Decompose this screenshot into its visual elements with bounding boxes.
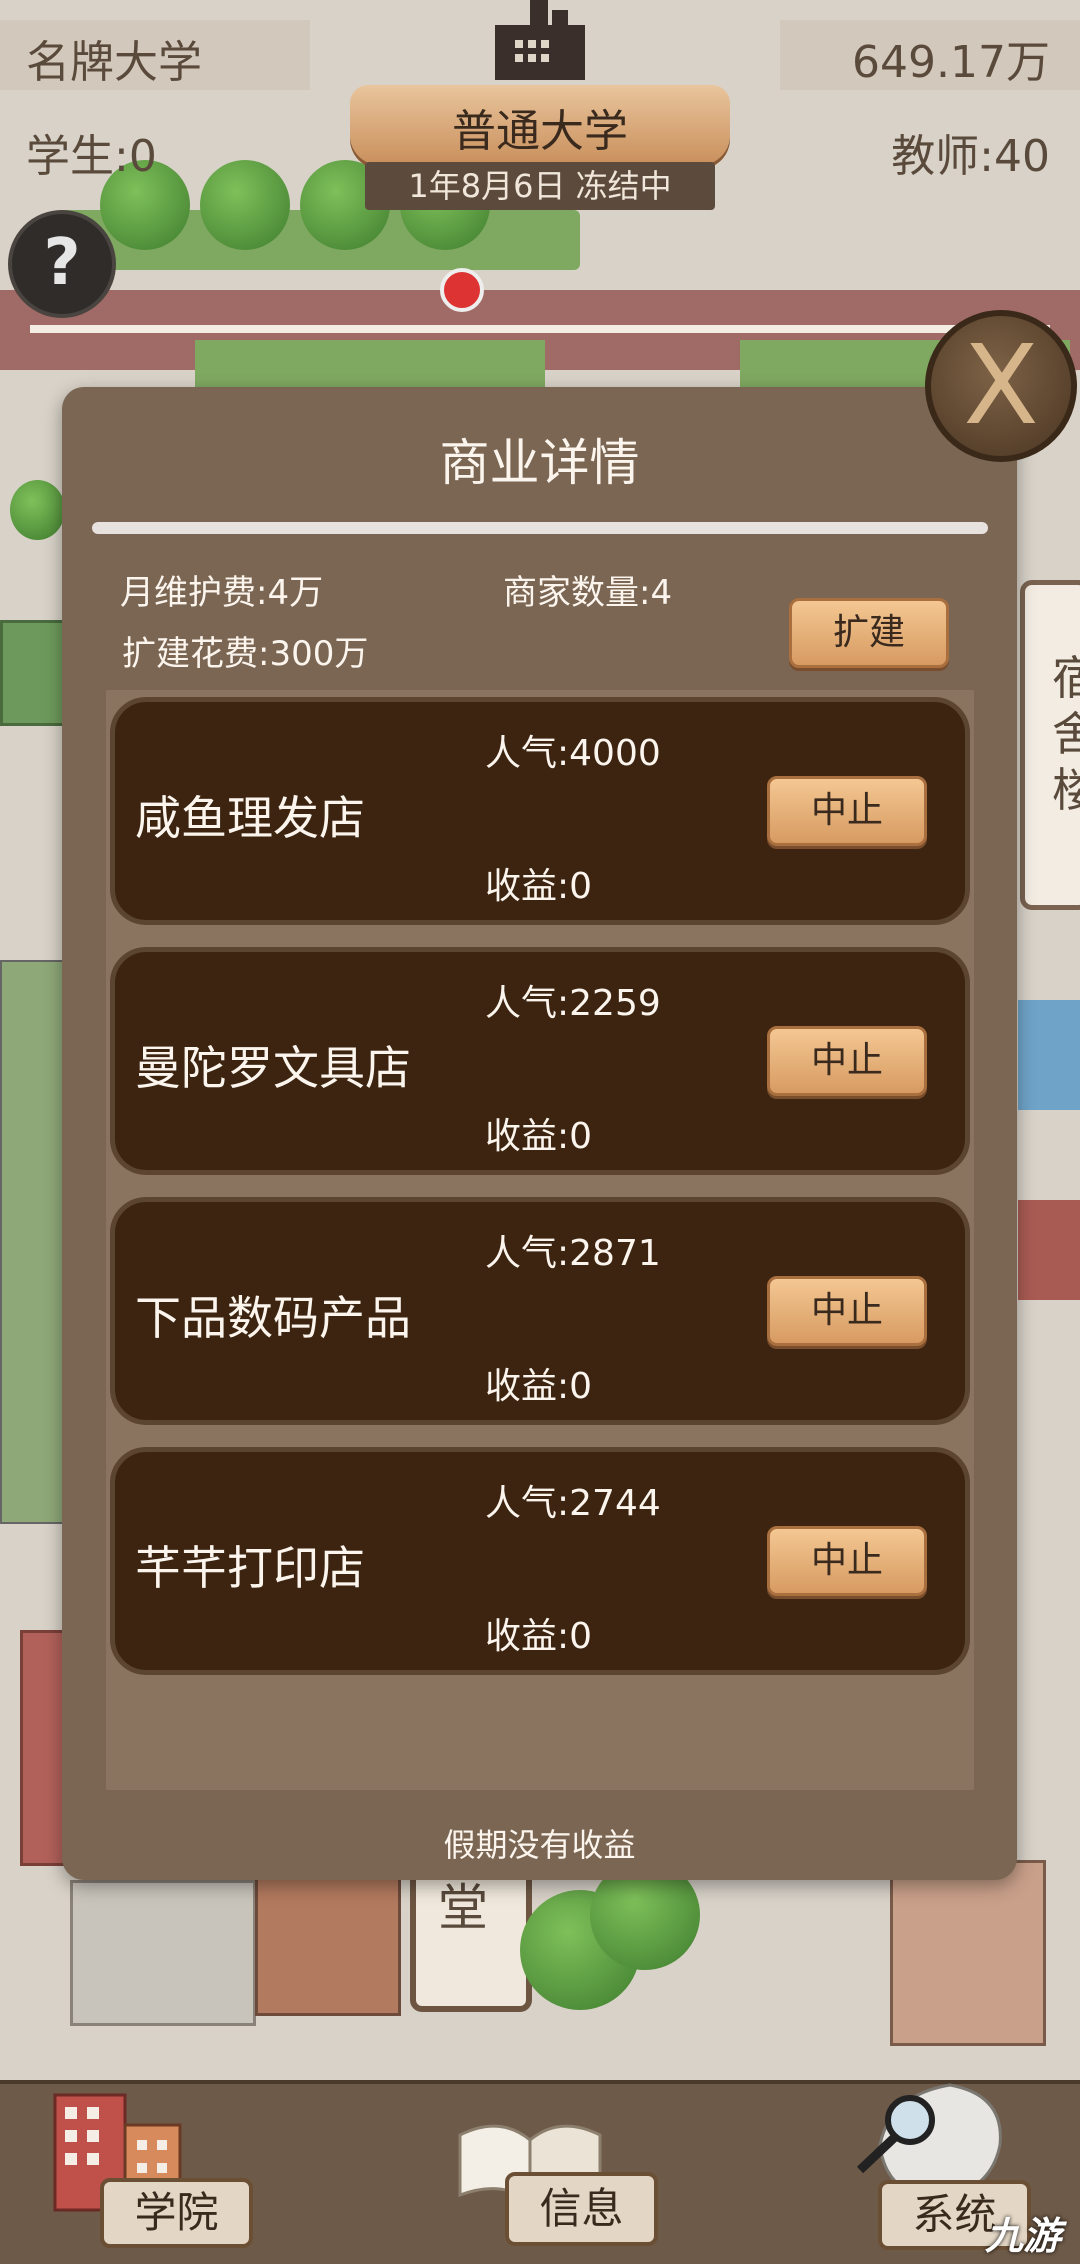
shop-name: 曼陀罗文具店 <box>135 1041 411 1095</box>
game-scene: 宿舍楼 堂 名牌大学 649.17万 学生:0 教师:40 普通大学 1年8月6… <box>0 0 1080 2264</box>
no-entry-sign-icon <box>440 268 484 312</box>
shop-revenue: 收益:0 <box>485 866 593 907</box>
teacher-count: 教师:40 <box>891 131 1050 182</box>
money-display: 649.17万 <box>852 37 1050 88</box>
shop-popularity: 人气:4000 <box>485 733 661 774</box>
watermark-text: 九游 <box>985 2214 1062 2258</box>
help-button[interactable]: ? <box>8 210 116 318</box>
expand-cost: 扩建花费:300万 <box>122 634 369 674</box>
nav-info-button[interactable]: 信息 <box>505 2172 658 2246</box>
map-building <box>0 620 68 726</box>
shop-name: 芊芊打印店 <box>135 1541 365 1595</box>
merchant-count: 商家数量:4 <box>503 573 673 613</box>
stop-button[interactable]: 中止 <box>767 776 927 846</box>
map-building <box>70 1880 256 2026</box>
date-status: 1年8月6日 冻结中 <box>365 162 715 210</box>
shop-revenue: 收益:0 <box>485 1616 593 1657</box>
dorm-sign-text: 宿舍楼 <box>1052 651 1080 817</box>
shop-popularity: 人气:2744 <box>485 1483 661 1524</box>
shop-name: 咸鱼理发店 <box>135 791 365 845</box>
question-icon: ? <box>43 226 81 300</box>
footer-note: 假期没有收益 <box>443 1826 636 1864</box>
map-pool <box>1018 1000 1080 1110</box>
stop-button[interactable]: 中止 <box>767 1526 927 1596</box>
monthly-fee: 月维护费:4万 <box>120 573 324 613</box>
school-type-title: 普通大学 <box>452 106 628 157</box>
nav-college-button[interactable]: 学院 <box>100 2178 253 2248</box>
student-count: 学生:0 <box>26 131 157 182</box>
stop-button[interactable]: 中止 <box>767 1026 927 1096</box>
map-tree <box>200 160 290 250</box>
map-building <box>890 1860 1046 2046</box>
map-building <box>255 1870 401 2016</box>
watermark-logo-icon: 九游 <box>985 2205 1061 2260</box>
stop-button[interactable]: 中止 <box>767 1276 927 1346</box>
shop-revenue: 收益:0 <box>485 1116 593 1157</box>
school-rank: 名牌大学 <box>26 37 202 88</box>
modal-title: 商业详情 <box>439 434 640 492</box>
expand-button[interactable]: 扩建 <box>789 598 949 668</box>
shop-revenue: 收益:0 <box>485 1366 593 1407</box>
map-court <box>0 960 66 1524</box>
map-road-line <box>30 325 1050 333</box>
shop-name: 下品数码产品 <box>135 1291 411 1345</box>
shop-popularity: 人气:2259 <box>485 983 661 1024</box>
map-court-red <box>1018 1200 1080 1300</box>
shop-popularity: 人气:2871 <box>485 1233 661 1274</box>
modal-divider <box>92 522 988 534</box>
factory-icon <box>495 0 585 80</box>
map-tree <box>10 480 65 540</box>
